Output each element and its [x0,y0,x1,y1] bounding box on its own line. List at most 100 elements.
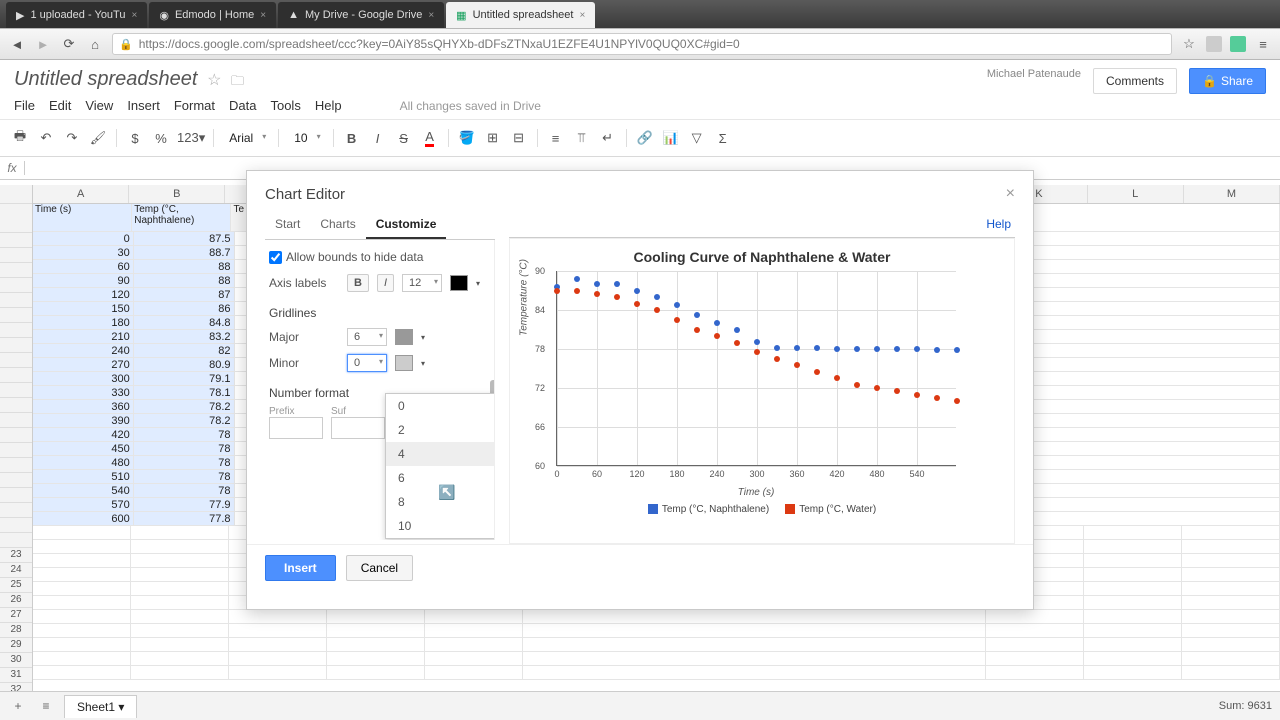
url-input[interactable]: 🔒https://docs.google.com/spreadsheet/ccc… [112,33,1172,55]
lock-icon: 🔒 [1202,74,1217,88]
more-formats-icon[interactable]: 123▾ [177,128,205,148]
dropdown-item[interactable]: 8 [386,490,495,514]
halign-icon[interactable]: ≡ [546,128,566,148]
major-label: Major [269,330,339,344]
wrap-icon[interactable]: ↵ [598,128,618,148]
share-button[interactable]: 🔒Share [1189,68,1266,94]
suffix-input[interactable] [331,417,385,439]
dropdown-item[interactable]: 10 [386,514,495,538]
browser-tab-strip: ▶1 uploaded - YouTu× ◉Edmodo | Home× ▲My… [0,0,1280,28]
minor-label: Minor [269,356,339,370]
bold-icon[interactable]: B [342,128,362,148]
menu-tools[interactable]: Tools [270,98,300,113]
menu-data[interactable]: Data [229,98,256,113]
chart-icon[interactable]: 📊 [661,128,681,148]
font-size-select[interactable]: 10 [287,128,324,148]
dropdown-item[interactable]: 6 [386,466,495,490]
filter-icon[interactable]: ▽ [687,128,707,148]
docs-header: Untitled spreadsheet ☆ 🗀 Michael Patenau… [0,60,1280,96]
menu-insert[interactable]: Insert [127,98,160,113]
extension-icon[interactable] [1206,36,1222,52]
reload-icon[interactable]: ⟳ [60,35,78,53]
editor-tabs: Start Charts Customize [265,211,495,240]
browser-tab[interactable]: ▲My Drive - Google Drive× [278,2,444,28]
minor-color[interactable] [395,355,413,371]
font-size-select[interactable]: 12 [402,274,442,292]
menu-format[interactable]: Format [174,98,215,113]
italic-button[interactable]: I [377,274,394,292]
user-name: Michael Patenaude [987,68,1081,80]
functions-icon[interactable]: Σ [713,128,733,148]
col-header[interactable]: L [1088,185,1184,203]
help-link[interactable]: Help [982,211,1015,237]
italic-icon[interactable]: I [368,128,388,148]
back-icon[interactable]: ◄ [8,35,26,53]
cancel-button[interactable]: Cancel [346,555,413,581]
star-doc-icon[interactable]: ☆ [207,72,221,89]
col-header[interactable]: A [33,185,129,203]
prefix-input[interactable] [269,417,323,439]
major-color[interactable] [395,329,413,345]
chart-preview: Cooling Curve of Naphthalene & Water Tem… [509,238,1015,544]
minor-select[interactable]: 0 [347,354,387,372]
menu-icon[interactable]: ≡ [1254,35,1272,53]
prefix-label: Prefix [269,406,323,417]
paint-format-icon[interactable]: 🖌 [88,128,108,148]
font-select[interactable]: Arial [222,128,270,148]
star-icon[interactable]: ☆ [1180,35,1198,53]
folder-icon[interactable]: 🗀 [231,73,244,88]
tab-charts[interactable]: Charts [310,211,365,239]
col-header[interactable]: B [129,185,225,203]
menu-help[interactable]: Help [315,98,342,113]
sheet-tab[interactable]: Sheet1 ▾ [64,695,137,718]
fill-color-icon[interactable]: 🪣 [457,128,477,148]
close-icon[interactable]: × [1006,185,1015,203]
browser-tab[interactable]: ◉Edmodo | Home× [149,2,276,28]
redo-icon[interactable]: ↷ [62,128,82,148]
link-icon[interactable]: 🔗 [635,128,655,148]
dialog-title: Chart Editor [265,186,345,203]
bold-button[interactable]: B [347,274,369,292]
tab-customize[interactable]: Customize [366,211,447,239]
borders-icon[interactable]: ⊞ [483,128,503,148]
fx-label: fx [0,161,25,175]
y-axis-label: Temperature (°C) [519,259,530,336]
extension-icon[interactable] [1230,36,1246,52]
merge-icon[interactable]: ⊟ [509,128,529,148]
legend-label: Temp (°C, Water) [799,504,876,515]
sheet-tabs-bar: + ≡ Sheet1 ▾ Sum: 9631 [0,691,1280,720]
dropdown-item[interactable]: 4 [386,442,495,466]
browser-tab-active[interactable]: ▦Untitled spreadsheet× [446,2,595,28]
dropdown-item[interactable]: 0 [386,394,495,418]
tab-start[interactable]: Start [265,211,310,239]
sum-display[interactable]: Sum: 9631 [1219,700,1272,712]
save-status: All changes saved in Drive [400,99,541,113]
currency-icon[interactable]: $ [125,128,145,148]
major-select[interactable]: 6 [347,328,387,346]
menu-edit[interactable]: Edit [49,98,71,113]
menu-view[interactable]: View [85,98,113,113]
print-icon[interactable]: 🖶 [10,128,30,148]
strike-icon[interactable]: S [394,128,414,148]
legend-swatch [785,504,795,514]
col-header[interactable]: M [1184,185,1280,203]
text-color-icon[interactable]: A [420,128,440,148]
home-icon[interactable]: ⌂ [86,35,104,53]
menu-file[interactable]: File [14,98,35,113]
browser-tab[interactable]: ▶1 uploaded - YouTu× [6,2,147,28]
comments-button[interactable]: Comments [1093,68,1177,94]
undo-icon[interactable]: ↶ [36,128,56,148]
all-sheets-icon[interactable]: ≡ [36,696,56,716]
valign-icon[interactable]: ⫪ [572,128,592,148]
insert-button[interactable]: Insert [265,555,336,581]
add-sheet-icon[interactable]: + [8,696,28,716]
menu-bar: File Edit View Insert Format Data Tools … [0,96,1280,119]
legend-label: Temp (°C, Naphthalene) [662,504,769,515]
forward-icon[interactable]: ► [34,35,52,53]
toolbar: 🖶 ↶ ↷ 🖌 $ % 123▾ Arial 10 B I S A 🪣 ⊞ ⊟ … [0,119,1280,157]
doc-title[interactable]: Untitled spreadsheet [14,68,197,91]
dropdown-item[interactable]: 2 [386,418,495,442]
percent-icon[interactable]: % [151,128,171,148]
allow-bounds-checkbox[interactable]: Allow bounds to hide data [269,250,490,264]
color-swatch[interactable] [450,275,468,291]
